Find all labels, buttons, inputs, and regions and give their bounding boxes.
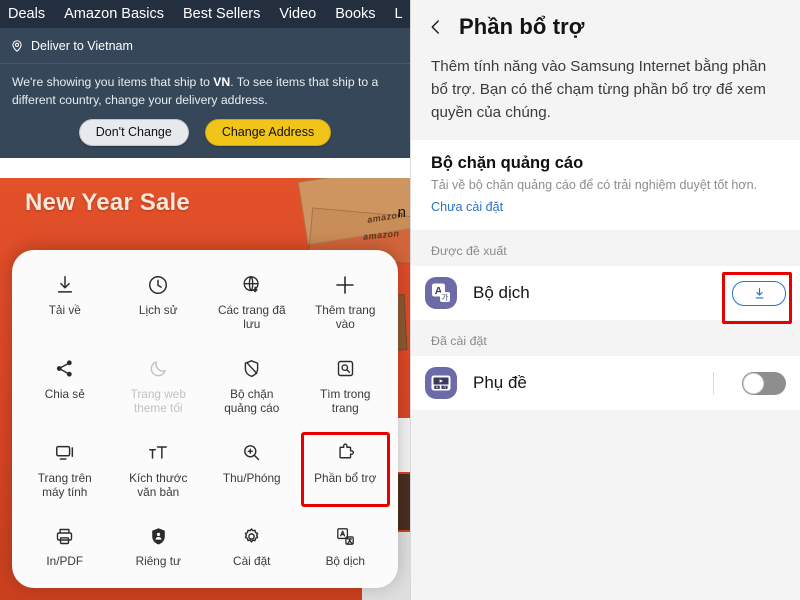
find-in-page-icon [332,356,358,382]
zoom-in-icon [239,440,265,466]
page-title: Phần bổ trợ [459,14,585,39]
text-size-icon [145,440,171,466]
menu-item-phan-bo-tro[interactable]: Phần bổ trợ [299,431,393,508]
menu-item-label: Các trang đã lưu [217,303,286,332]
menu-item-rieng-tu[interactable]: Riêng tư [112,517,206,574]
menu-item-label: Cài đặt [233,554,271,569]
menu-item-thu-phong[interactable]: Thu/Phóng [205,434,299,506]
deliver-to-bar[interactable]: Deliver to Vietnam [0,28,410,64]
clock-history-icon [145,272,171,298]
product-text-fragment: n [397,204,406,221]
extensions-description: Thêm tính năng vào Samsung Internet bằng… [431,58,767,121]
menu-item-label: Lịch sử [138,303,178,317]
svg-text:가: 가 [442,293,449,302]
menu-item-label: Kích thước văn bản [129,470,188,499]
menu-item-label: Tải về [48,303,81,317]
nav-item-books[interactable]: Books [335,7,375,22]
menu-item-bo-dich[interactable]: Bộ dịch [299,517,393,574]
extension-label: Phụ đề [473,373,527,393]
browser-menu-sheet: Tải về Lịch sử Các trang đã lưu Thêm tra… [12,250,398,588]
shield-block-icon [239,356,265,382]
menu-item-label: Tìm trong trang [320,386,371,416]
notice-country-code: VN [213,75,231,89]
download-extension-button[interactable] [732,280,786,306]
adblock-status-link[interactable]: Chưa cài đặt [431,200,780,214]
menu-item-tim-trong-trang[interactable]: Tìm trong trang [299,350,393,422]
printer-icon [52,523,78,549]
notice-text-before: We're showing you items that ship to [12,75,214,89]
menu-item-label: Chia sẻ [44,386,85,401]
menu-item-label: Bộ dịch [325,554,365,569]
menu-item-tai-ve[interactable]: Tải về [18,266,112,338]
privacy-shield-person-icon [145,523,171,549]
puzzle-extension-icon [332,440,358,466]
screenshot-root: Deals Amazon Basics Best Sellers Video B… [0,0,800,600]
dont-change-button[interactable]: Don't Change [78,119,189,146]
chevron-left-icon[interactable] [427,18,445,36]
menu-item-label: Phần bổ trợ [314,470,377,485]
menu-item-label: Riêng tư [135,554,181,569]
plus-icon [332,272,358,298]
moon-dark-mode-icon [145,356,171,382]
menu-item-label: In/PDF [46,554,84,569]
subtitles-app-icon: A 가 [425,367,457,400]
menu-item-label: Trang web theme tối [130,386,186,416]
menu-item-cac-trang-da-luu[interactable]: Các trang đã lưu [205,266,299,338]
location-pin-icon [10,39,24,53]
menu-item-chia-se[interactable]: Chia sẻ [18,350,112,422]
menu-item-label: Bộ chặn quảng cáo [224,386,280,416]
menu-item-trang-tren-may-tinh[interactable]: Trang trên máy tính [18,434,112,506]
svg-text:가: 가 [443,385,446,390]
extension-row-bo-dich[interactable]: A 가 Bộ dịch [411,266,800,325]
adblock-card[interactable]: Bộ chặn quảng cáo Tải về bộ chặn quảng c… [411,140,800,231]
translate-icon [332,523,358,549]
gear-settings-icon [239,523,265,549]
shipping-notice: We're showing you items that ship to VN.… [0,64,410,158]
nav-item-best-sellers[interactable]: Best Sellers [183,7,260,22]
nav-item-video[interactable]: Video [279,7,316,22]
installed-section-header: Đã cài đặt [431,334,487,349]
menu-item-label: Thêm trang vào [315,303,376,332]
extension-toggle-phu-de[interactable] [742,371,786,395]
amazon-top-nav[interactable]: Deals Amazon Basics Best Sellers Video B… [0,0,410,28]
adblock-card-subtitle: Tải về bộ chặn quảng cáo để có trải nghi… [431,178,758,193]
download-icon [52,272,78,298]
menu-item-in-pdf[interactable]: In/PDF [18,517,112,574]
desktop-monitor-icon [52,440,78,466]
menu-item-cai-dat[interactable]: Cài đặt [205,517,299,574]
nav-item-truncated[interactable]: L [395,7,403,22]
row-divider [713,372,714,395]
menu-item-bo-chan-quang-cao[interactable]: Bộ chặn quảng cáo [205,350,299,422]
change-address-button[interactable]: Change Address [204,119,332,146]
extension-label: Bộ dịch [473,283,530,303]
menu-item-lich-su[interactable]: Lịch sử [112,266,206,338]
adblock-card-title: Bộ chặn quảng cáo [431,154,584,173]
right-phone-screen: Phần bổ trợ Thêm tính năng vào Samsung I… [410,0,800,600]
extension-row-phu-de[interactable]: A 가 Phụ đề [411,356,800,411]
deliver-to-label: Deliver to Vietnam [31,38,133,53]
menu-item-label: Thu/Phóng [222,470,281,485]
menu-item-trang-web-theme-toi[interactable]: Trang web theme tối [112,350,206,422]
left-phone-screen: Deals Amazon Basics Best Sellers Video B… [0,0,410,600]
nav-item-deals[interactable]: Deals [8,7,45,22]
notice-buttons: Don't Change Change Address [12,119,398,146]
translator-app-icon: A 가 [425,277,457,310]
menu-grid: Tải về Lịch sử Các trang đã lưu Thêm tra… [18,266,392,575]
globe-saved-pages-icon [239,272,265,298]
toggle-knob [743,372,764,394]
suggested-section-header: Được đề xuất [431,244,507,259]
menu-item-label: Trang trên máy tính [37,470,92,499]
menu-item-them-trang-vao[interactable]: Thêm trang vào [299,266,393,338]
menu-item-kich-thuoc-van-ban[interactable]: Kích thước văn bản [112,434,206,506]
share-icon [52,356,78,382]
hero-title: New Year Sale [25,189,190,216]
nav-item-amazon-basics[interactable]: Amazon Basics [64,7,164,22]
extensions-header: Phần bổ trợ [411,0,800,44]
